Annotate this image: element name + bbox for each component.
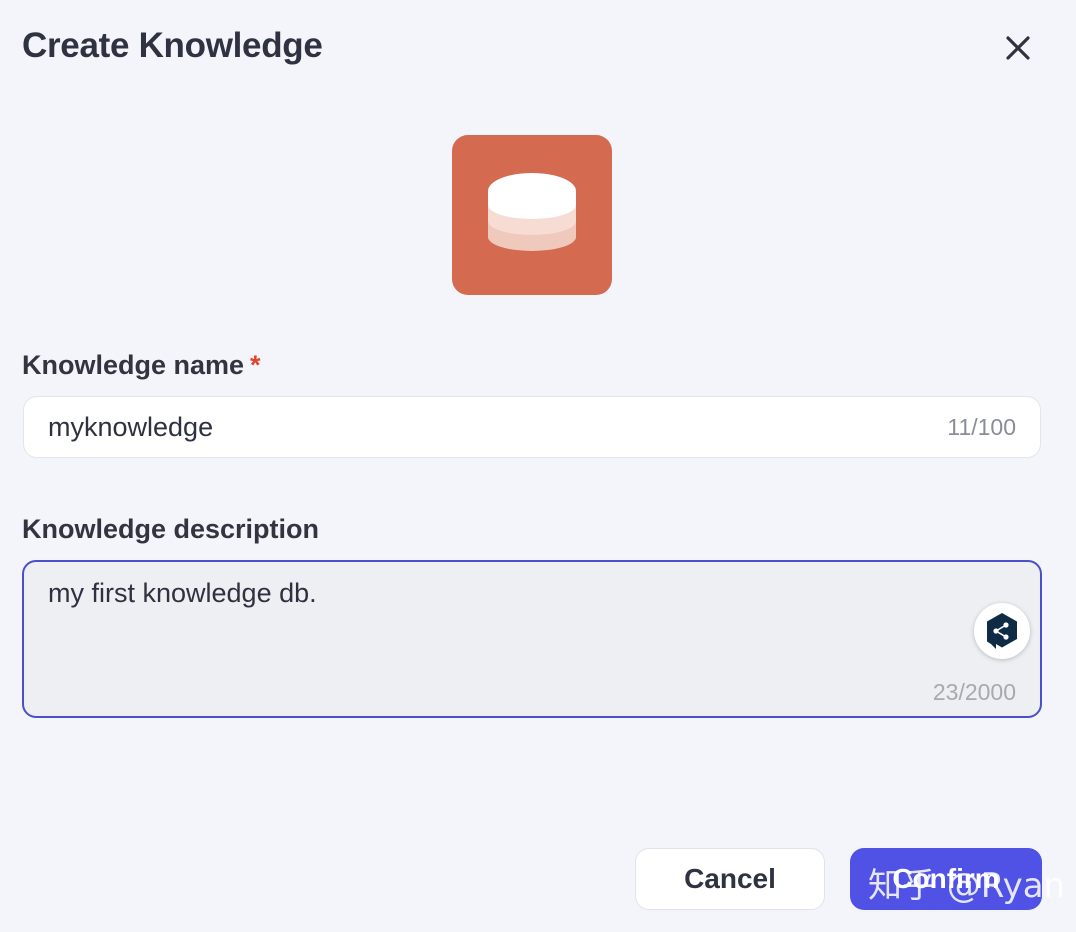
knowledge-description-counter: 23/2000 bbox=[932, 679, 1016, 705]
deepl-icon bbox=[987, 613, 1017, 649]
knowledge-description-value: my first knowledge db. bbox=[48, 578, 317, 608]
knowledge-name-value: myknowledge bbox=[48, 412, 214, 442]
dialog-title: Create Knowledge bbox=[22, 26, 323, 65]
knowledge-name-label-text: Knowledge name bbox=[22, 350, 245, 380]
translate-widget-button[interactable] bbox=[974, 603, 1030, 659]
knowledge-name-input[interactable]: myknowledge 11/100 bbox=[23, 396, 1041, 458]
confirm-button[interactable]: Confirm bbox=[850, 848, 1042, 910]
knowledge-name-counter: 11/100 bbox=[947, 414, 1016, 440]
required-marker: * bbox=[250, 350, 261, 380]
database-icon bbox=[488, 173, 576, 251]
knowledge-description-textarea[interactable]: my first knowledge db. 23/2000 bbox=[22, 560, 1042, 718]
knowledge-name-label: Knowledge name * bbox=[22, 350, 261, 381]
cancel-button[interactable]: Cancel bbox=[635, 848, 825, 910]
close-icon bbox=[1006, 36, 1030, 60]
close-button[interactable] bbox=[996, 26, 1040, 70]
knowledge-description-label: Knowledge description bbox=[22, 514, 320, 544]
knowledge-icon-tile[interactable] bbox=[452, 135, 612, 295]
